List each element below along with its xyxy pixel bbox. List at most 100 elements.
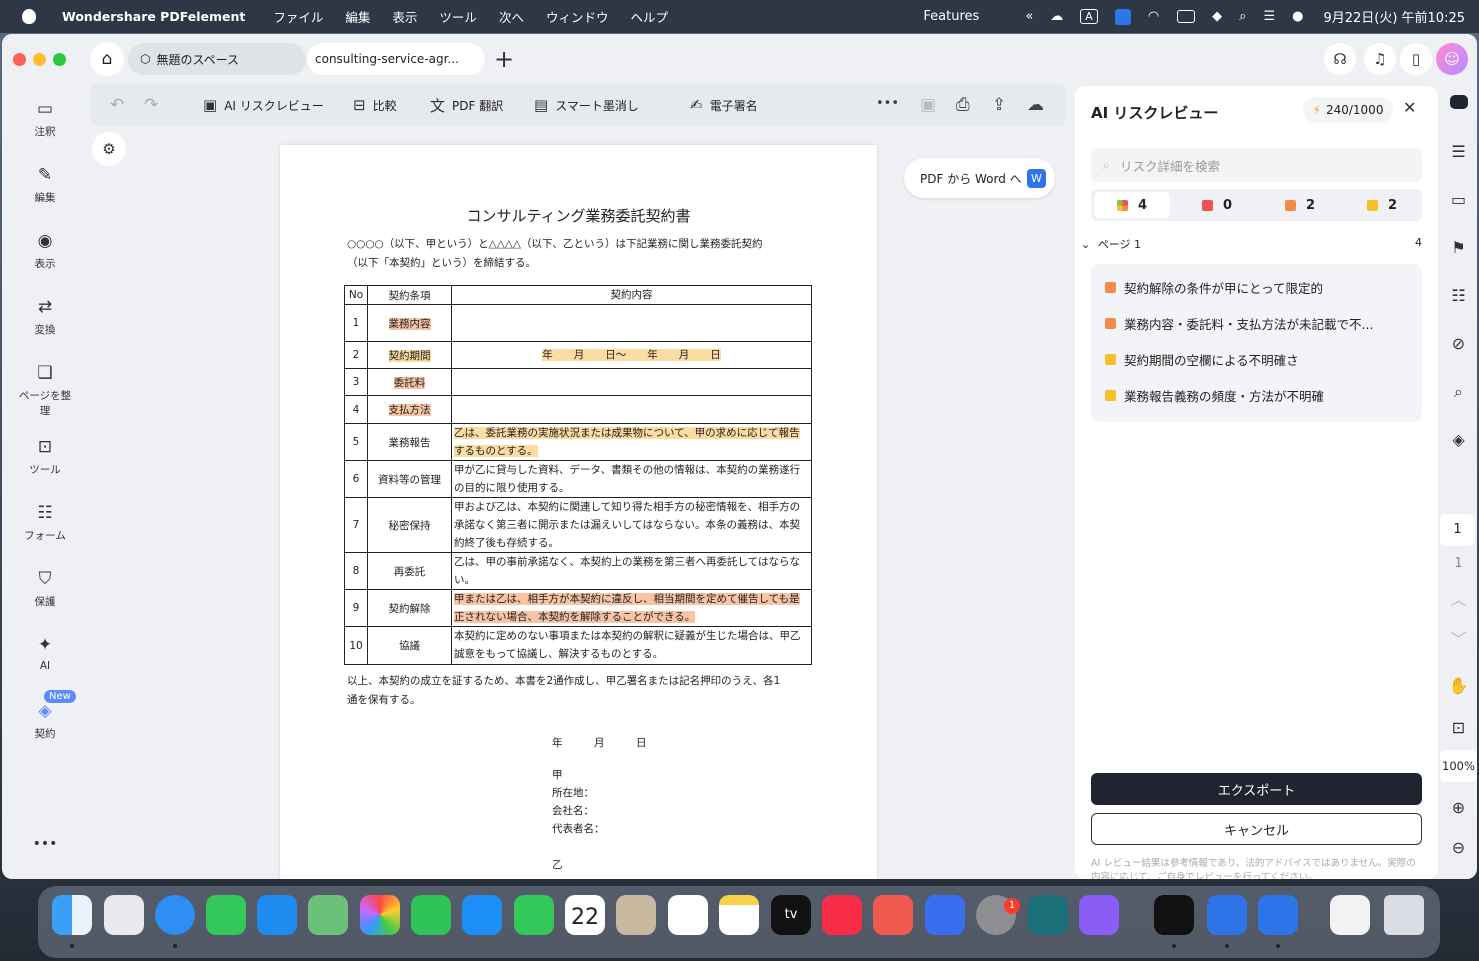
messages-icon[interactable] [206, 895, 246, 935]
app-name-menu[interactable]: Wondershare PDFelement [62, 9, 245, 24]
filter-low[interactable]: 2 [1344, 192, 1420, 218]
risk-item[interactable]: 契約解除の条件が甲にとって限定的 [1105, 278, 1323, 297]
sidebar-item-ai[interactable]: ✦ AI [2, 634, 88, 672]
share-icon[interactable]: ⇪ [992, 95, 1006, 115]
menu-tools[interactable]: ツール [439, 7, 477, 26]
cloud-icon[interactable]: ☁ [1050, 9, 1063, 24]
new-tab-button[interactable]: + [494, 45, 514, 73]
zoom-out-icon[interactable]: ⊖ [1440, 838, 1477, 857]
pdf-app-icon[interactable] [925, 895, 965, 935]
music-icon[interactable] [822, 895, 862, 935]
pdf-to-word-button[interactable]: PDF から Word へ W [904, 158, 1055, 198]
zoom-level[interactable]: 100% [1440, 750, 1477, 782]
app-store-icon[interactable] [462, 895, 502, 935]
smart-redact-button[interactable]: ▤ スマート墨消し [534, 84, 639, 126]
bell-icon[interactable]: ♫ [1364, 43, 1396, 75]
filter-high[interactable]: 0 [1179, 192, 1255, 218]
bookmark-icon[interactable]: ⚑ [1440, 238, 1477, 257]
esign-button[interactable]: ✍ 電子署名 [690, 84, 758, 126]
sidebar-item-contract[interactable]: ◈ 契約 [2, 700, 88, 741]
notes-icon[interactable] [719, 895, 759, 935]
form-fields-icon[interactable]: ☷ [1440, 286, 1477, 305]
apple-tv-icon[interactable]: tv [771, 895, 811, 935]
ai-assistant-icon[interactable] [1440, 94, 1477, 113]
home-icon[interactable]: ⌂ [90, 42, 124, 76]
zoom-in-icon[interactable]: ⊕ [1440, 798, 1477, 817]
support-headset-icon[interactable]: ☊ [1324, 43, 1356, 75]
apple-logo-icon[interactable] [22, 9, 36, 24]
device-icon[interactable]: ▯ [1400, 43, 1432, 75]
tab-space[interactable]: ⬡ 無題のスペース [128, 43, 306, 75]
input-mode-indicator[interactable]: A [1080, 9, 1098, 24]
collapse-icon[interactable]: « [1025, 9, 1033, 24]
menu-view[interactable]: 表示 [392, 7, 417, 26]
filter-all[interactable]: 4 [1094, 192, 1170, 218]
undo-icon[interactable]: ↶ [110, 95, 124, 115]
search-icon[interactable]: ⌕ [1440, 382, 1477, 402]
finder-icon[interactable] [52, 895, 92, 935]
risk-item[interactable]: 契約期間の空欄による不明確さ [1105, 350, 1299, 369]
sidebar-item-convert[interactable]: ⇄ 変換 [2, 296, 88, 337]
mail-icon[interactable] [257, 895, 297, 935]
page-group-header[interactable]: ⌄ ページ 1 4 [1081, 236, 1422, 252]
wondershare-icon[interactable] [1154, 895, 1194, 935]
menu-go[interactable]: 次へ [499, 7, 524, 26]
safari-icon[interactable] [155, 895, 195, 935]
menu-file[interactable]: ファイル [273, 7, 323, 26]
tab-document[interactable]: consulting-service-agr... [307, 43, 485, 75]
calendar-icon[interactable]: 22 [565, 895, 605, 935]
freeform-icon[interactable] [1028, 895, 1068, 935]
contacts-icon[interactable] [616, 895, 656, 935]
sidebar-item-protect[interactable]: ⛉ 保護 [2, 568, 88, 609]
phone-icon[interactable] [514, 895, 554, 935]
cancel-button[interactable]: キャンセル [1091, 813, 1422, 845]
features-label[interactable]: Features [923, 9, 979, 24]
prev-page-icon[interactable]: ︿ [1440, 586, 1477, 610]
risk-item[interactable]: 業務内容・委託料・支払方法が未記載で不... [1105, 314, 1373, 333]
rocket-app-icon[interactable] [873, 895, 913, 935]
attachment-icon[interactable]: ⊘ [1440, 334, 1477, 353]
sidebar-item-tools[interactable]: ⊡ ツール [2, 436, 88, 477]
pdfelement-icon[interactable] [1207, 895, 1247, 935]
thumbnails-icon[interactable]: ☰ [1440, 142, 1477, 161]
sidebar-item-organize[interactable]: ❏ ページを整理 [2, 362, 88, 418]
close-window-button[interactable] [13, 53, 26, 66]
menu-clock[interactable]: 9月22日(火) 午前10:25 [1323, 7, 1465, 26]
more-icon[interactable]: ••• [2, 836, 88, 852]
sidebar-item-view[interactable]: ◉ 表示 [2, 230, 88, 271]
save-icon[interactable]: ▣ [920, 95, 936, 115]
sidebar-item-form[interactable]: ☷ フォーム [2, 502, 88, 543]
risk-search-input[interactable]: ⌕ リスク詳細を検索 [1091, 148, 1422, 182]
photos-icon[interactable] [360, 895, 400, 935]
facetime-icon[interactable] [411, 895, 451, 935]
hand-tool-icon[interactable]: ✋ [1440, 676, 1477, 695]
menu-window[interactable]: ウィンドウ [546, 7, 609, 26]
filter-medium[interactable]: 2 [1262, 192, 1338, 218]
translate-button[interactable]: 文 PDF 翻訳 [430, 84, 503, 126]
maximize-window-button[interactable] [53, 53, 66, 66]
current-page-input[interactable]: 1 [1440, 514, 1475, 546]
feedback-icon[interactable] [1079, 895, 1119, 935]
battery-icon[interactable] [1177, 10, 1196, 23]
avatar[interactable]: ☺ [1436, 43, 1468, 75]
maps-icon[interactable] [308, 895, 348, 935]
siri-icon[interactable]: ● [1292, 9, 1303, 24]
cloud-upload-icon[interactable]: ☁ [1027, 95, 1044, 115]
spotlight-search-icon[interactable]: ⌕ [1239, 9, 1246, 24]
sidebar-item-edit[interactable]: ✎ 編集 [2, 164, 88, 205]
layers-icon[interactable]: ◈ [1440, 430, 1477, 449]
filter-settings-icon[interactable]: ⚙ [92, 132, 126, 166]
reminders-icon[interactable] [668, 895, 708, 935]
launchpad-icon[interactable] [104, 895, 144, 935]
pdf-page[interactable]: コンサルティング業務委託契約書 ○○○○（以下、甲という）と△△△△（以下、乙と… [280, 145, 877, 879]
menu-help[interactable]: ヘルプ [630, 7, 668, 26]
pdfelement-icon-2[interactable] [1258, 895, 1298, 935]
ai-risk-review-button[interactable]: ▣ AI リスクレビュー [203, 84, 324, 126]
more-options-icon[interactable]: ••• [876, 96, 899, 111]
pdfelement-menu-icon[interactable] [1114, 8, 1131, 25]
export-button[interactable]: エクスポート [1091, 773, 1422, 805]
wifi-icon[interactable]: ◠ [1148, 9, 1159, 24]
layers-icon[interactable]: ◆ [1212, 9, 1222, 24]
compare-button[interactable]: ⊟ 比較 [353, 84, 397, 126]
trash-icon[interactable] [1384, 895, 1424, 935]
